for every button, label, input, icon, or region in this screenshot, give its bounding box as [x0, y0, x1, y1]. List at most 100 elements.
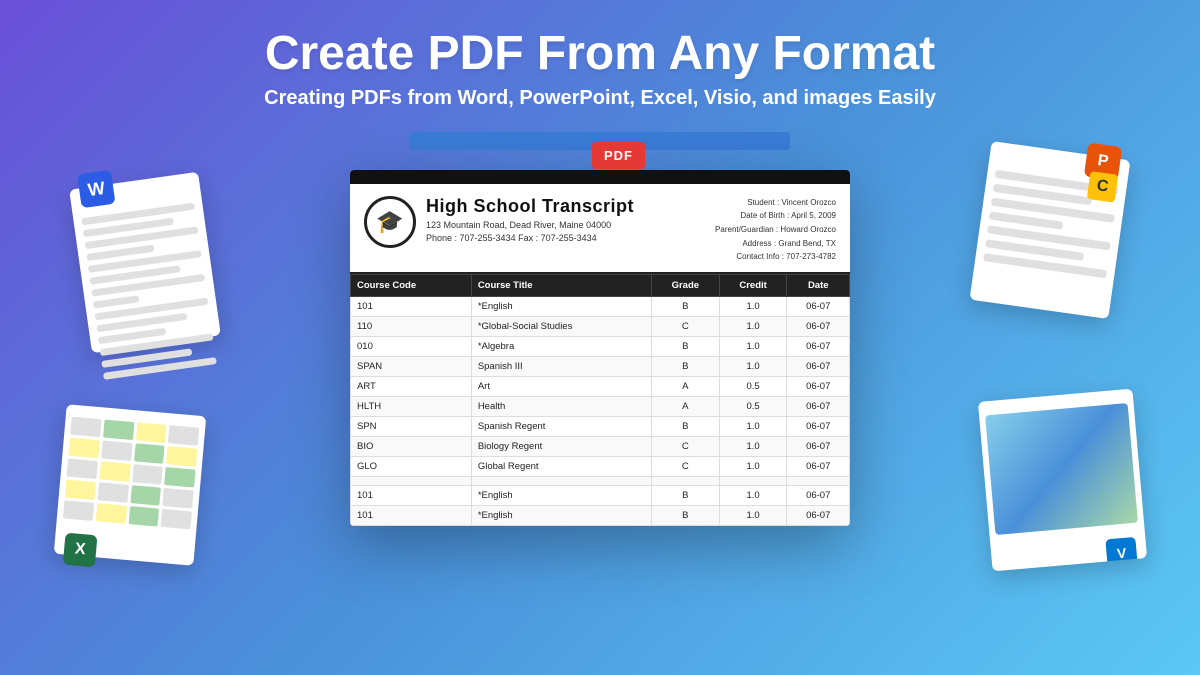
floating-word-doc: W — [69, 172, 221, 353]
table-cell: Art — [471, 376, 651, 396]
table-cell: 1.0 — [719, 416, 787, 436]
table-cell: SPAN — [351, 356, 472, 376]
table-cell: C — [651, 456, 719, 476]
table-cell: 1.0 — [719, 356, 787, 376]
header-section: Create PDF From Any Format Creating PDFs… — [0, 0, 1200, 110]
pdf-school-logo: 🎓 — [364, 196, 416, 248]
excel-grid — [63, 416, 199, 529]
visio-icon: V — [1105, 537, 1138, 570]
col-header-grade: Grade — [651, 274, 719, 296]
table-cell: B — [651, 416, 719, 436]
pdf-top-section: 🎓 High School Transcript 123 Mountain Ro… — [350, 184, 850, 274]
table-cell: 1.0 — [719, 336, 787, 356]
table-cell: 1.0 — [719, 296, 787, 316]
transcript-table: Course Code Course Title Grade Credit Da… — [350, 274, 850, 526]
table-cell: Global Regent — [471, 456, 651, 476]
table-cell: Spanish Regent — [471, 416, 651, 436]
table-cell: C — [651, 316, 719, 336]
floating-visio-doc: V — [978, 388, 1147, 571]
floating-excel-doc: X — [54, 404, 207, 566]
table-row: BIOBiology RegentC1.006-07 — [351, 436, 850, 456]
table-cell: 1.0 — [719, 456, 787, 476]
table-cell: *English — [471, 296, 651, 316]
table-cell: 101 — [351, 485, 472, 505]
table-cell: 010 — [351, 336, 472, 356]
table-cell: 1.0 — [719, 505, 787, 525]
word-doc-lines — [81, 202, 217, 379]
table-cell: Health — [471, 396, 651, 416]
table-cell: SPN — [351, 416, 472, 436]
excel-icon: X — [63, 532, 98, 567]
pdf-student-info: Student : Vincent Orozco Date of Birth :… — [715, 196, 836, 264]
table-cell — [471, 476, 651, 485]
col-header-code: Course Code — [351, 274, 472, 296]
table-cell: C — [651, 436, 719, 456]
table-cell: A — [651, 396, 719, 416]
table-cell — [651, 476, 719, 485]
table-cell: Biology Regent — [471, 436, 651, 456]
floating-ppt-doc: P C — [970, 141, 1131, 319]
table-cell: B — [651, 356, 719, 376]
table-cell: *English — [471, 485, 651, 505]
table-cell — [787, 476, 850, 485]
table-cell: 06-07 — [787, 396, 850, 416]
table-row: SPANSpanish IIIB1.006-07 — [351, 356, 850, 376]
table-cell: 06-07 — [787, 485, 850, 505]
table-row: GLOGlobal RegentC1.006-07 — [351, 456, 850, 476]
pdf-document: 🎓 High School Transcript 123 Mountain Ro… — [350, 170, 850, 526]
table-cell: Spanish III — [471, 356, 651, 376]
col-header-date: Date — [787, 274, 850, 296]
content-area: W — [0, 120, 1200, 620]
table-cell: 0.5 — [719, 376, 787, 396]
table-cell: 06-07 — [787, 456, 850, 476]
table-cell: 0.5 — [719, 396, 787, 416]
table-cell: B — [651, 336, 719, 356]
table-cell: 06-07 — [787, 336, 850, 356]
table-cell: ART — [351, 376, 472, 396]
col-header-credit: Credit — [719, 274, 787, 296]
pdf-phone: Phone : 707-255-3434 Fax : 707-255-3434 — [426, 233, 715, 243]
visio-image — [985, 403, 1138, 535]
table-cell: B — [651, 485, 719, 505]
col-header-title: Course Title — [471, 274, 651, 296]
table-cell: 101 — [351, 505, 472, 525]
ppt-c-icon: C — [1087, 171, 1119, 203]
table-row: HLTHHealthA0.506-07 — [351, 396, 850, 416]
table-cell: 1.0 — [719, 316, 787, 336]
table-row: 101*EnglishB1.006-07 — [351, 505, 850, 525]
table-row: 010*AlgebraB1.006-07 — [351, 336, 850, 356]
pdf-header-bar — [350, 170, 850, 184]
main-title: Create PDF From Any Format — [0, 28, 1200, 81]
table-cell: B — [651, 505, 719, 525]
table-row: 110*Global-Social StudiesC1.006-07 — [351, 316, 850, 336]
table-cell: BIO — [351, 436, 472, 456]
table-cell: *Algebra — [471, 336, 651, 356]
table-cell: 06-07 — [787, 356, 850, 376]
table-row: SPNSpanish RegentB1.006-07 — [351, 416, 850, 436]
table-cell — [351, 476, 472, 485]
table-cell: 1.0 — [719, 436, 787, 456]
table-cell: 1.0 — [719, 485, 787, 505]
table-cell: A — [651, 376, 719, 396]
table-cell: 06-07 — [787, 416, 850, 436]
table-cell: 101 — [351, 296, 472, 316]
table-cell: 06-07 — [787, 296, 850, 316]
table-cell: HLTH — [351, 396, 472, 416]
table-cell — [719, 476, 787, 485]
table-cell: 110 — [351, 316, 472, 336]
table-cell: *Global-Social Studies — [471, 316, 651, 336]
table-row: ARTArtA0.506-07 — [351, 376, 850, 396]
sub-title: Creating PDFs from Word, PowerPoint, Exc… — [0, 87, 1200, 110]
table-cell: 06-07 — [787, 376, 850, 396]
pdf-badge: PDF — [592, 142, 645, 169]
table-row — [351, 476, 850, 485]
word-icon: W — [77, 170, 115, 208]
table-cell: B — [651, 296, 719, 316]
table-cell: 06-07 — [787, 436, 850, 456]
pdf-title-block: High School Transcript 123 Mountain Road… — [426, 196, 715, 243]
pdf-address: 123 Mountain Road, Dead River, Maine 040… — [426, 220, 715, 230]
table-cell: 06-07 — [787, 316, 850, 336]
table-cell: GLO — [351, 456, 472, 476]
pdf-school-name: High School Transcript — [426, 196, 715, 217]
table-cell: 06-07 — [787, 505, 850, 525]
